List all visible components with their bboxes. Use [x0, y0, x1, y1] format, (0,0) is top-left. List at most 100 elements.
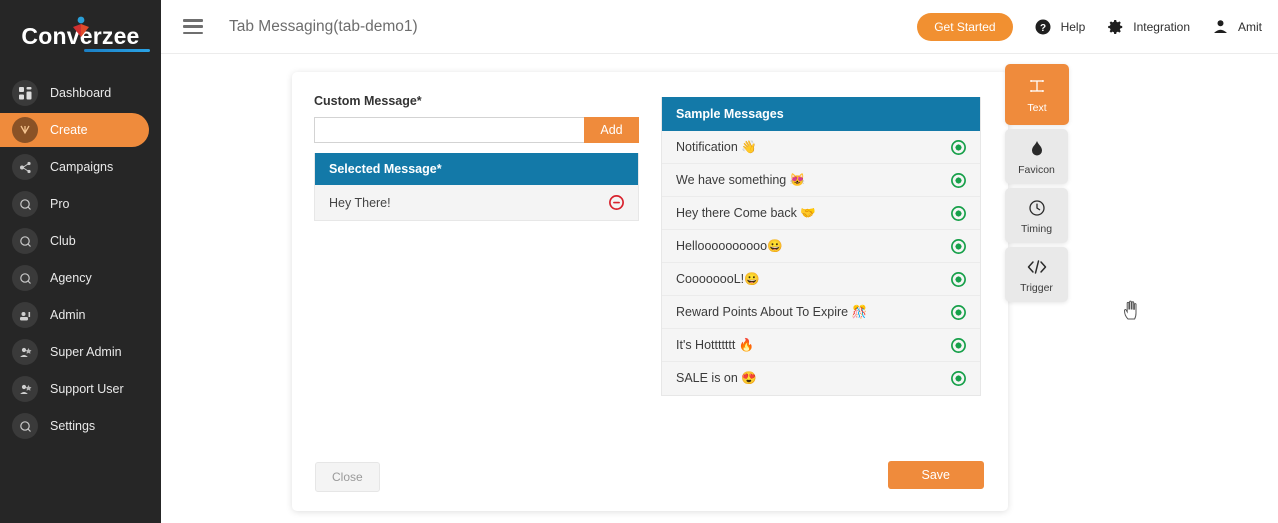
- tab-label: Favicon: [1018, 164, 1055, 176]
- grid-icon: [12, 80, 38, 106]
- gear-icon[interactable]: [1107, 18, 1124, 35]
- sidebar-nav: Dashboard Create Campaigns Pro Club Agen…: [0, 76, 161, 443]
- sample-message-text: Helloooooooooo😀: [676, 238, 783, 253]
- tab-messaging-card: Custom Message* Add Selected Message* He…: [292, 72, 1008, 511]
- custom-message-input-row: Add: [314, 117, 639, 143]
- sample-message-text: We have something 😻: [676, 172, 806, 187]
- user-avatar-icon[interactable]: [1212, 18, 1229, 35]
- tab-timing[interactable]: Timing: [1005, 188, 1068, 243]
- tab-text[interactable]: Text: [1005, 64, 1069, 125]
- sidebar-item-label: Admin: [50, 308, 86, 322]
- plus-circle-icon[interactable]: [951, 304, 966, 320]
- plus-circle-icon[interactable]: [951, 337, 966, 353]
- sidebar-item-label: Agency: [50, 271, 92, 285]
- page-title: Tab Messaging(tab-demo1): [229, 17, 418, 35]
- selected-message-header: Selected Message*: [315, 153, 638, 185]
- tab-favicon[interactable]: Favicon: [1005, 129, 1068, 184]
- sample-message-text: Notification 👋: [676, 139, 757, 154]
- sidebar-item-label: Campaigns: [50, 160, 114, 174]
- sample-messages-panel: Sample Messages Notification 👋 We have s…: [661, 97, 981, 396]
- settings-gear-icon: [12, 413, 38, 439]
- integration-link[interactable]: Integration: [1133, 20, 1190, 34]
- plus-circle-icon[interactable]: [951, 205, 966, 221]
- list-item[interactable]: CoooooooL!😀: [662, 263, 980, 296]
- content-area: Custom Message* Add Selected Message* He…: [161, 54, 1278, 523]
- main-region: Tab Messaging(tab-demo1) Get Started ? H…: [161, 0, 1278, 523]
- clock-icon: [1028, 198, 1046, 218]
- plus-circle-icon[interactable]: [951, 139, 966, 155]
- sidebar-item-pro[interactable]: Pro: [0, 187, 149, 221]
- save-button[interactable]: Save: [887, 461, 984, 489]
- list-item[interactable]: Notification 👋: [662, 131, 980, 164]
- selected-message-row: Hey There!: [315, 185, 638, 220]
- text-t-icon: [1027, 77, 1047, 97]
- sample-message-text: Reward Points About To Expire 🎊: [676, 304, 868, 319]
- sample-messages-header: Sample Messages: [662, 97, 980, 131]
- list-item[interactable]: It's Hottttttt 🔥: [662, 329, 980, 362]
- agency-icon: [12, 265, 38, 291]
- sample-message-text: SALE is on 😍: [676, 371, 757, 385]
- sidebar-item-admin[interactable]: Admin: [0, 298, 149, 332]
- selected-message-panel: Selected Message* Hey There!: [314, 153, 639, 221]
- sidebar-item-super-admin[interactable]: Super Admin: [0, 335, 149, 369]
- plus-circle-icon[interactable]: [951, 371, 966, 386]
- brand-logo[interactable]: Converzee: [0, 0, 161, 72]
- sidebar-item-label: Settings: [50, 419, 96, 433]
- get-started-button[interactable]: Get Started: [917, 12, 1013, 41]
- sample-message-text: Hey there Come back 🤝: [676, 205, 816, 220]
- sidebar-item-create[interactable]: Create: [0, 113, 149, 147]
- custom-message-section: Custom Message* Add Selected Message* He…: [314, 94, 639, 221]
- custom-message-input[interactable]: [314, 117, 584, 143]
- tab-trigger[interactable]: Trigger: [1005, 247, 1068, 302]
- plus-circle-icon[interactable]: [951, 271, 966, 287]
- list-item[interactable]: SALE is on 😍: [662, 362, 980, 395]
- close-button[interactable]: Close: [315, 462, 380, 492]
- list-item[interactable]: Hey there Come back 🤝: [662, 197, 980, 230]
- list-item[interactable]: We have something 😻: [662, 164, 980, 197]
- sample-message-text: It's Hottttttt 🔥: [676, 337, 755, 352]
- tab-label: Timing: [1020, 223, 1053, 235]
- sidebar-item-support-user[interactable]: Support User: [0, 372, 149, 406]
- user-name[interactable]: Amit: [1238, 20, 1262, 34]
- header-actions: Get Started ? Help Integration Amit: [917, 12, 1262, 41]
- sidebar-item-club[interactable]: Club: [0, 224, 149, 258]
- question-circle-icon[interactable]: ?: [1035, 18, 1052, 35]
- favicon-icon: [1029, 139, 1045, 159]
- pro-icon: [12, 191, 38, 217]
- person-logo-icon: [70, 16, 92, 44]
- list-item[interactable]: Reward Points About To Expire 🎊: [662, 296, 980, 329]
- sidebar-item-settings[interactable]: Settings: [0, 409, 149, 443]
- svg-text:?: ?: [1040, 23, 1046, 34]
- sidebar-item-label: Club: [50, 234, 76, 248]
- sidebar-item-label: Pro: [50, 197, 70, 211]
- sidebar-item-dashboard[interactable]: Dashboard: [0, 76, 149, 110]
- sidebar-item-campaigns[interactable]: Campaigns: [0, 150, 149, 184]
- sidebar-item-agency[interactable]: Agency: [0, 261, 149, 295]
- hamburger-icon[interactable]: [183, 19, 203, 34]
- minus-circle-icon[interactable]: [609, 195, 624, 210]
- plus-circle-icon[interactable]: [951, 172, 966, 188]
- mouse-cursor: [1121, 299, 1141, 328]
- sidebar-item-label: Support User: [50, 382, 124, 396]
- sidebar-item-label: Super Admin: [50, 345, 122, 359]
- tab-label: Trigger: [1020, 282, 1053, 294]
- editor-tabs: Text Favicon Timing Trigger: [1005, 64, 1077, 306]
- campaigns-icon: [12, 154, 38, 180]
- sample-message-text: CoooooooL!😀: [676, 271, 760, 286]
- tab-label: Text: [1027, 102, 1047, 114]
- club-icon: [12, 228, 38, 254]
- code-tags-icon: [1026, 257, 1048, 277]
- add-button[interactable]: Add: [584, 117, 639, 143]
- plus-circle-icon[interactable]: [951, 238, 966, 254]
- create-icon: [12, 117, 38, 143]
- custom-message-label: Custom Message*: [314, 94, 422, 108]
- list-item[interactable]: Helloooooooooo😀: [662, 230, 980, 263]
- app-root: Converzee Dashboard: [0, 0, 1278, 523]
- top-header: Tab Messaging(tab-demo1) Get Started ? H…: [161, 0, 1278, 54]
- admin-icon: [12, 302, 38, 328]
- super-admin-icon: [12, 339, 38, 365]
- sidebar: Converzee Dashboard: [0, 0, 161, 523]
- support-user-icon: [12, 376, 38, 402]
- help-link[interactable]: Help: [1061, 20, 1086, 34]
- selected-message-text: Hey There!: [329, 195, 391, 210]
